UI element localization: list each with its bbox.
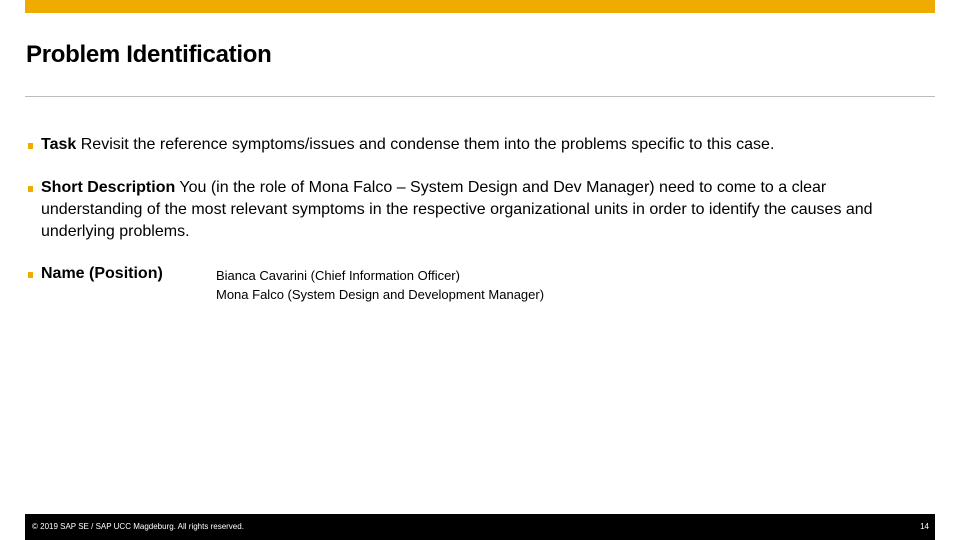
bullet-square-icon [28,143,33,149]
slide: Problem Identification Task Revisit the … [0,0,960,540]
bullet-square-icon [28,186,33,192]
bullet-name-position: Name (Position) [28,263,208,285]
accent-bar [25,0,935,13]
slide-title: Problem Identification [26,41,272,68]
bullet-task: Task Revisit the reference symptoms/issu… [28,134,918,156]
names-list: Bianca Cavarini (Chief Information Offic… [216,266,544,304]
name-entry: Bianca Cavarini (Chief Information Offic… [216,268,460,283]
name-position-label: Name (Position) [41,265,163,282]
bullet-square-icon [28,272,33,278]
short-description-label: Short Description [41,179,176,196]
page-number: 14 [920,522,929,531]
bullet-short-description-text: Short Description You (in the role of Mo… [41,177,903,243]
footer-bar: © 2019 SAP SE / SAP UCC Magdeburg. All r… [25,514,935,540]
name-entry: Mona Falco (System Design and Developmen… [216,287,545,302]
task-label: Task [41,136,77,153]
task-text: Revisit the reference symptoms/issues an… [80,136,775,153]
bullet-short-description: Short Description You (in the role of Mo… [28,177,908,243]
footer-copyright: © 2019 SAP SE / SAP UCC Magdeburg. All r… [32,522,244,531]
title-divider [25,96,935,97]
bullet-task-text: Task Revisit the reference symptoms/issu… [41,134,774,156]
